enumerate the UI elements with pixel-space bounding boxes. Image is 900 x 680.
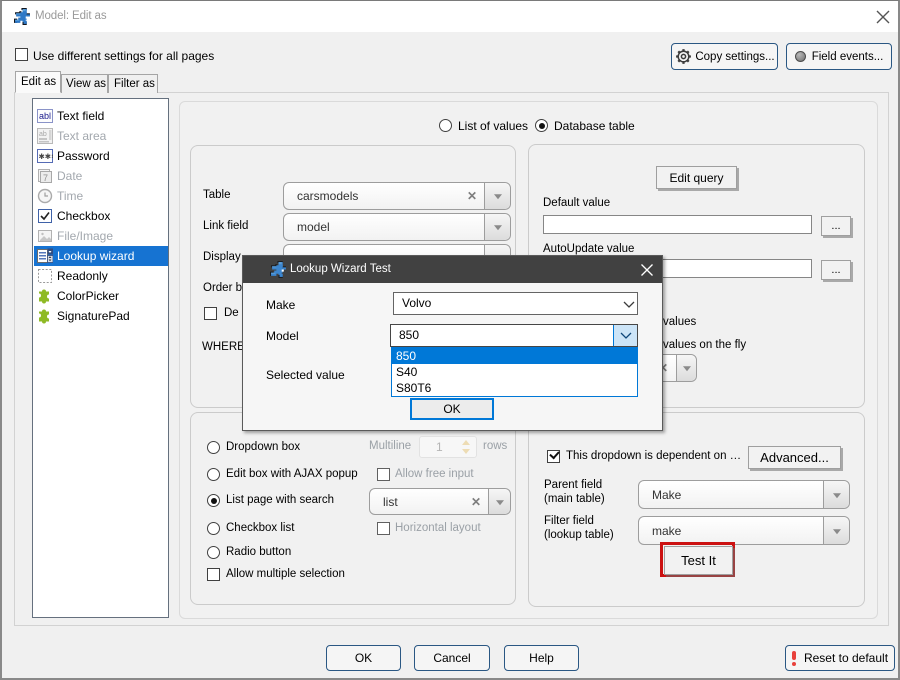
svg-text:✱✱✱: ✱✱✱: [39, 152, 54, 161]
svg-text:abl: abl: [39, 111, 51, 121]
svg-text:7: 7: [43, 173, 48, 183]
svg-text:ab: ab: [39, 131, 47, 138]
